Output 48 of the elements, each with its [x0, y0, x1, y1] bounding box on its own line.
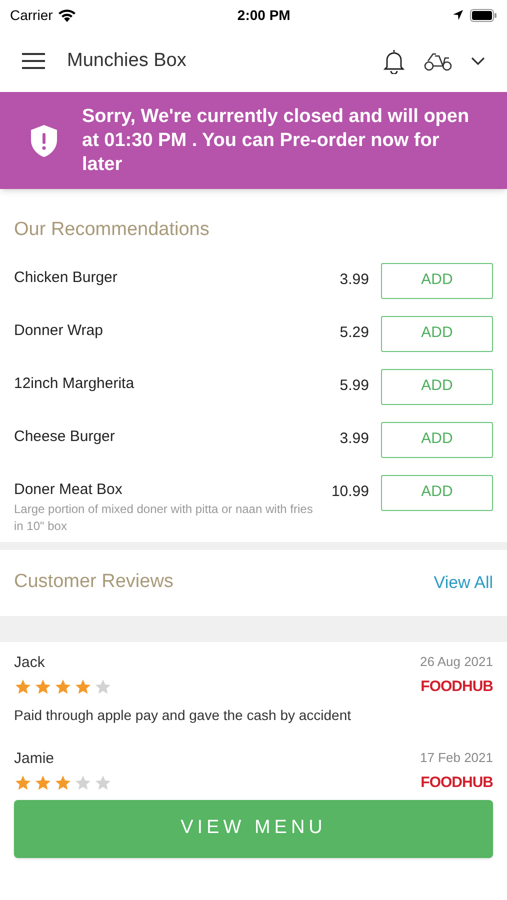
- star-icon: [74, 678, 92, 696]
- item-price: 3.99: [340, 428, 369, 448]
- star-icon: [14, 678, 32, 696]
- review-text: Paid through apple pay and gave the cash by accident: [14, 706, 352, 725]
- view-all-link[interactable]: View All: [434, 570, 493, 596]
- chevron-down-icon[interactable]: [471, 56, 485, 66]
- shield-alert-icon: [30, 124, 58, 158]
- closed-message: Sorry, We're currently closed and will open at 01:30 PM . You can Pre-order now for later: [82, 104, 470, 176]
- bell-icon[interactable]: [383, 48, 405, 74]
- add-button[interactable]: ADD: [381, 422, 493, 458]
- item-name: Chicken Burger: [14, 268, 118, 288]
- item-name: Donner Wrap: [14, 320, 104, 340]
- star-icon: [54, 774, 72, 792]
- star-icon: [54, 678, 72, 696]
- reviewer-name: Jack: [14, 652, 45, 672]
- add-button[interactable]: ADD: [381, 474, 493, 510]
- review-date: 17 Feb 2021: [420, 748, 493, 766]
- menu-icon[interactable]: [22, 53, 45, 69]
- add-button[interactable]: ADD: [381, 262, 493, 298]
- restaurant-title: Munchies Box: [67, 48, 186, 73]
- star-icon: [34, 774, 52, 792]
- source-logo: FOODHUB: [420, 677, 493, 697]
- item-name: Cheese Burger: [14, 426, 116, 446]
- wifi-icon: [58, 8, 76, 22]
- view-menu-button[interactable]: VIEW MENU: [14, 800, 493, 858]
- item-name: 12inch Margherita: [14, 374, 136, 394]
- item-price: 3.99: [340, 270, 369, 290]
- section-title: Our Recommendations: [14, 219, 210, 240]
- reviewer-name: Jamie: [14, 748, 54, 768]
- item-name: Doner Meat Box: [14, 480, 124, 500]
- add-button[interactable]: ADD: [381, 316, 493, 352]
- star-icon: [94, 678, 112, 696]
- status-time: 2:00 PM: [237, 6, 290, 24]
- location-arrow-icon: [452, 9, 464, 21]
- star-icon: [74, 774, 92, 792]
- star-icon: [34, 678, 52, 696]
- source-logo: FOODHUB: [420, 773, 493, 793]
- battery-icon: [470, 8, 497, 22]
- item-price: 10.99: [331, 482, 369, 502]
- review-date: 26 Aug 2021: [420, 652, 493, 671]
- add-button[interactable]: ADD: [381, 368, 493, 404]
- item-price: 5.29: [340, 322, 369, 342]
- star-icon: [14, 774, 32, 792]
- star-icon: [94, 774, 112, 792]
- carrier-label: Carrier: [10, 6, 53, 24]
- item-price: 5.99: [340, 376, 369, 396]
- section-title: Customer Reviews: [14, 570, 174, 594]
- item-description: Large portion of mixed doner with pitta or naan with fries in 10" box: [14, 501, 314, 535]
